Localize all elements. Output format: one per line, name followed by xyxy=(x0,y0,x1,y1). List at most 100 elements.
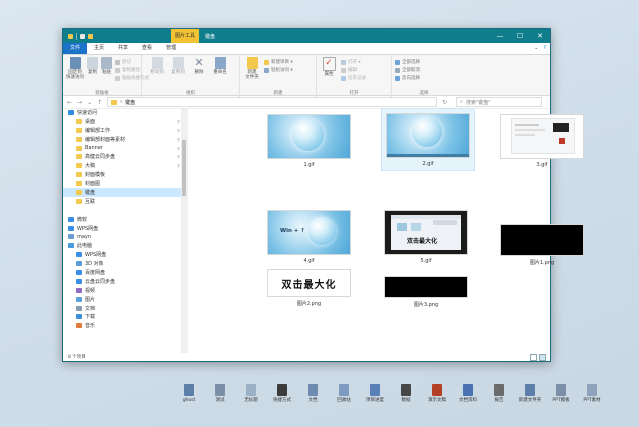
file-icon xyxy=(246,384,256,396)
desktop-icon[interactable]: 文档 xyxy=(298,384,328,403)
file-icon xyxy=(184,384,194,396)
desktop-icon[interactable]: 数据 xyxy=(391,384,421,403)
file-tile[interactable]: 3.gif xyxy=(500,114,584,168)
folder-icon[interactable] xyxy=(68,33,73,39)
new-folder-icon[interactable] xyxy=(88,33,93,39)
nav-scrollbar-thumb[interactable] xyxy=(182,140,186,196)
desktop-icon[interactable]: 新建文件夹 xyxy=(515,384,545,403)
select-none-button[interactable]: 全部取消 xyxy=(395,67,420,73)
tab-file[interactable]: 文件 xyxy=(63,43,88,54)
history-button[interactable]: 历史记录 xyxy=(341,75,366,81)
file-tile[interactable]: 图片3.png xyxy=(384,276,468,308)
nav-item[interactable]: 封面图 xyxy=(63,179,187,188)
desktop-icon[interactable]: 项目进度 xyxy=(360,384,390,403)
large-icons-view-icon[interactable] xyxy=(539,354,546,361)
paste-button[interactable]: 粘贴 xyxy=(101,57,112,75)
refresh-icon[interactable]: ↻ xyxy=(442,99,447,106)
nav-item[interactable]: WPS网盘 xyxy=(63,250,187,259)
folder-icon xyxy=(76,136,82,142)
tab-view[interactable]: 查看 xyxy=(135,43,159,54)
nav-item[interactable]: 大稿 ⚲ xyxy=(63,161,187,170)
desktop-icon[interactable]: PPT素材 xyxy=(577,384,607,403)
breadcrumb-current[interactable]: 键盘 xyxy=(125,99,135,106)
new-folder-button[interactable]: 新建 文件夹 xyxy=(243,57,261,80)
desktop-icon[interactable]: 测试 xyxy=(205,384,235,403)
desktop-icon[interactable]: PPT模板 xyxy=(546,384,576,403)
nav-item[interactable]: 编辑部封面等素材 ⚲ xyxy=(63,135,187,144)
nav-item[interactable]: 封面模板 xyxy=(63,170,187,179)
file-thumbnail xyxy=(500,224,584,256)
rename-button[interactable]: 重命名 xyxy=(211,57,229,75)
up-button[interactable]: ↑ xyxy=(97,99,102,106)
move-to-button[interactable]: 移动到 xyxy=(148,57,166,75)
nav-item-label: WPS网盘 xyxy=(77,225,99,232)
nav-item[interactable]: 3D 对象 xyxy=(63,259,187,268)
desktop-icon[interactable]: 回收站 xyxy=(329,384,359,403)
edit-button[interactable]: 编辑 xyxy=(341,67,366,73)
nav-item[interactable]: 互联 xyxy=(63,197,187,206)
tab-share[interactable]: 共享 xyxy=(111,43,135,54)
forward-button[interactable]: → xyxy=(77,99,82,106)
nav-item[interactable]: 图片 xyxy=(63,295,187,304)
minimize-button[interactable]: — xyxy=(490,29,510,43)
copy-button[interactable]: 复制 xyxy=(87,57,98,75)
recent-locations-button[interactable]: ⌄ xyxy=(87,99,92,106)
properties-button[interactable]: ✓ 属性 xyxy=(320,57,338,77)
tab-manage[interactable]: 管理 xyxy=(159,43,183,54)
file-tile[interactable]: Win + ↑ 4.gif xyxy=(267,210,351,264)
desktop-icon[interactable]: 报告 xyxy=(484,384,514,403)
back-button[interactable]: ← xyxy=(67,99,72,106)
tab-home[interactable]: 主页 xyxy=(87,43,111,54)
nav-item[interactable]: 高健云同步盘 ⚲ xyxy=(63,152,187,161)
details-view-icon[interactable] xyxy=(530,354,537,361)
search-input[interactable]: 搜索"键盘" xyxy=(466,99,491,106)
file-tile[interactable]: 图片1.png xyxy=(500,224,584,266)
select-none-icon xyxy=(395,67,400,73)
window-title: 键盘 xyxy=(205,33,216,40)
desktop-icon-label: 回收站 xyxy=(337,398,351,403)
pin-icon: ⚲ xyxy=(177,136,180,142)
nav-item[interactable]: 快速访问 xyxy=(63,108,187,117)
nav-item[interactable]: 键盘 xyxy=(63,188,187,197)
close-button[interactable]: ✕ xyxy=(530,29,550,43)
nav-item[interactable]: WPS网盘 xyxy=(63,224,187,233)
properties-icon[interactable] xyxy=(80,33,85,39)
nav-item[interactable]: 桌面 ⚲ xyxy=(63,117,187,126)
maximize-button[interactable]: ☐ xyxy=(510,29,530,43)
nav-item[interactable]: 视频 xyxy=(63,286,187,295)
desktop-icon[interactable]: 演示文稿 xyxy=(422,384,452,403)
nav-item[interactable]: 音乐 xyxy=(63,321,187,330)
status-bar: 8 个项目 xyxy=(63,353,550,361)
nav-scrollbar[interactable] xyxy=(181,106,187,353)
open-button[interactable]: 打开 ▾ xyxy=(341,59,366,65)
nav-item[interactable]: Banner ⚲ xyxy=(63,144,187,153)
file-tile[interactable]: 双击最大化 图片2.png xyxy=(267,269,351,307)
select-all-button[interactable]: 全部选择 xyxy=(395,59,420,65)
copy-to-button[interactable]: 复制到 xyxy=(169,57,187,75)
nav-item[interactable]: 云盘云同步盘 xyxy=(63,277,187,286)
desktop-icon[interactable]: ghost xyxy=(174,384,204,403)
help-icon[interactable]: ? xyxy=(543,45,546,51)
file-tile[interactable]: 双击最大化 5.gif xyxy=(384,210,468,264)
file-tile-selected[interactable]: 2.gif xyxy=(381,108,475,171)
nav-item[interactable]: 下载 xyxy=(63,312,187,321)
nav-item[interactable]: 百度网盘 xyxy=(63,268,187,277)
nav-item[interactable]: 此电脑 xyxy=(63,241,187,250)
ribbon-collapse-icon[interactable]: ⌄ xyxy=(534,45,538,51)
new-item-button[interactable]: 新建项目 ▾ xyxy=(264,59,293,65)
invert-selection-button[interactable]: 反向选择 xyxy=(395,75,420,81)
picture-tools-tab[interactable]: 图片工具 xyxy=(171,29,200,43)
delete-button[interactable]: ✕ 删除 xyxy=(190,57,208,75)
nav-item[interactable]: 文档 xyxy=(63,304,187,313)
easy-access-button[interactable]: 轻松访问 ▾ xyxy=(264,67,293,73)
nav-item-label: 封面图 xyxy=(85,181,101,188)
file-tile[interactable]: 1.gif xyxy=(267,114,351,168)
desktop-icon[interactable]: 文档资料 xyxy=(453,384,483,403)
pin-quick-access-button[interactable]: 固定到 快速访问 xyxy=(66,57,84,80)
desktop-icon[interactable]: 无标题 xyxy=(236,384,266,403)
desktop-icon[interactable]: 快捷方式 xyxy=(267,384,297,403)
thumbnail-overlay-text: Win + ↑ xyxy=(280,228,305,234)
nav-item[interactable]: mayn xyxy=(63,232,187,241)
nav-item[interactable]: 编辑部工作 ⚲ xyxy=(63,126,187,135)
nav-item[interactable]: 微软 xyxy=(63,215,187,224)
